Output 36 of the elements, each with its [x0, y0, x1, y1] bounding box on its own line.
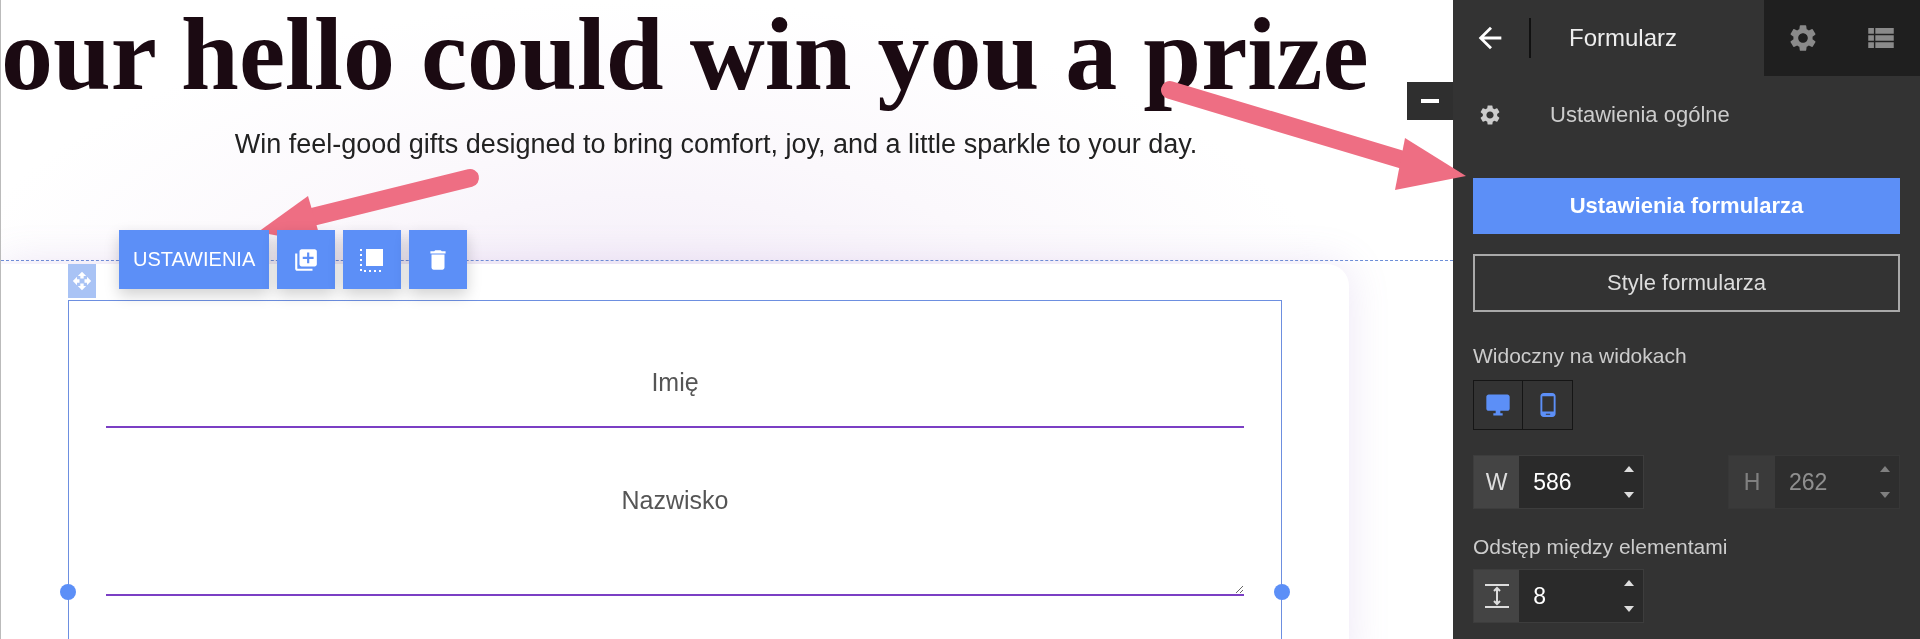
- caret-up-icon: [1623, 465, 1636, 473]
- panel-tab[interactable]: Style formularza: [1473, 254, 1900, 312]
- number-input[interactable]: 586: [1519, 456, 1616, 508]
- resize-handle[interactable]: [60, 584, 76, 600]
- collapse-button[interactable]: [1407, 82, 1453, 120]
- caret-down-icon: [1878, 491, 1891, 499]
- caret-down-icon: [1623, 491, 1636, 499]
- device-toggle[interactable]: [1473, 380, 1523, 430]
- field-label: W: [1474, 456, 1520, 508]
- duplicate-icon: [293, 246, 320, 273]
- section-title: Ustawienia ogólne: [1550, 102, 1730, 128]
- field-label: H: [1729, 456, 1775, 508]
- number-input[interactable]: 8: [1519, 570, 1616, 622]
- field-label: Odstęp między elementami: [1473, 535, 1729, 559]
- minus-icon: [1421, 99, 1439, 103]
- background-button[interactable]: [343, 230, 402, 289]
- move-icon: [72, 271, 92, 291]
- page-headline: our hello could win you a prize: [1, 0, 1370, 112]
- panel-title: Formularz: [1569, 24, 1677, 52]
- device-toggle[interactable]: [1523, 380, 1573, 430]
- delete-button[interactable]: [409, 230, 468, 289]
- caret-down-icon: [1623, 605, 1636, 613]
- selected-form-frame[interactable]: Imię Nazwisko: [68, 300, 1282, 639]
- move-handle[interactable]: [68, 264, 96, 298]
- page-subtitle: Win feel-good gifts designed to bring comfort, joy, and a little sparkle to your day.: [234, 130, 1198, 158]
- settings-icon: [1478, 103, 1502, 127]
- resize-handle[interactable]: [1274, 584, 1290, 600]
- field-label: Widoczny na widokach: [1473, 344, 1688, 368]
- text-input-field[interactable]: Imię: [106, 358, 1244, 428]
- duplicate-button[interactable]: [277, 230, 336, 289]
- caret-up-icon: [1623, 579, 1636, 587]
- caret-up-icon: [1878, 465, 1891, 473]
- textarea-field[interactable]: Nazwisko: [106, 446, 1244, 596]
- spacing-field[interactable]: 8: [1473, 569, 1644, 623]
- spacing-icon: [1482, 583, 1511, 609]
- width-field[interactable]: W 586: [1473, 455, 1644, 509]
